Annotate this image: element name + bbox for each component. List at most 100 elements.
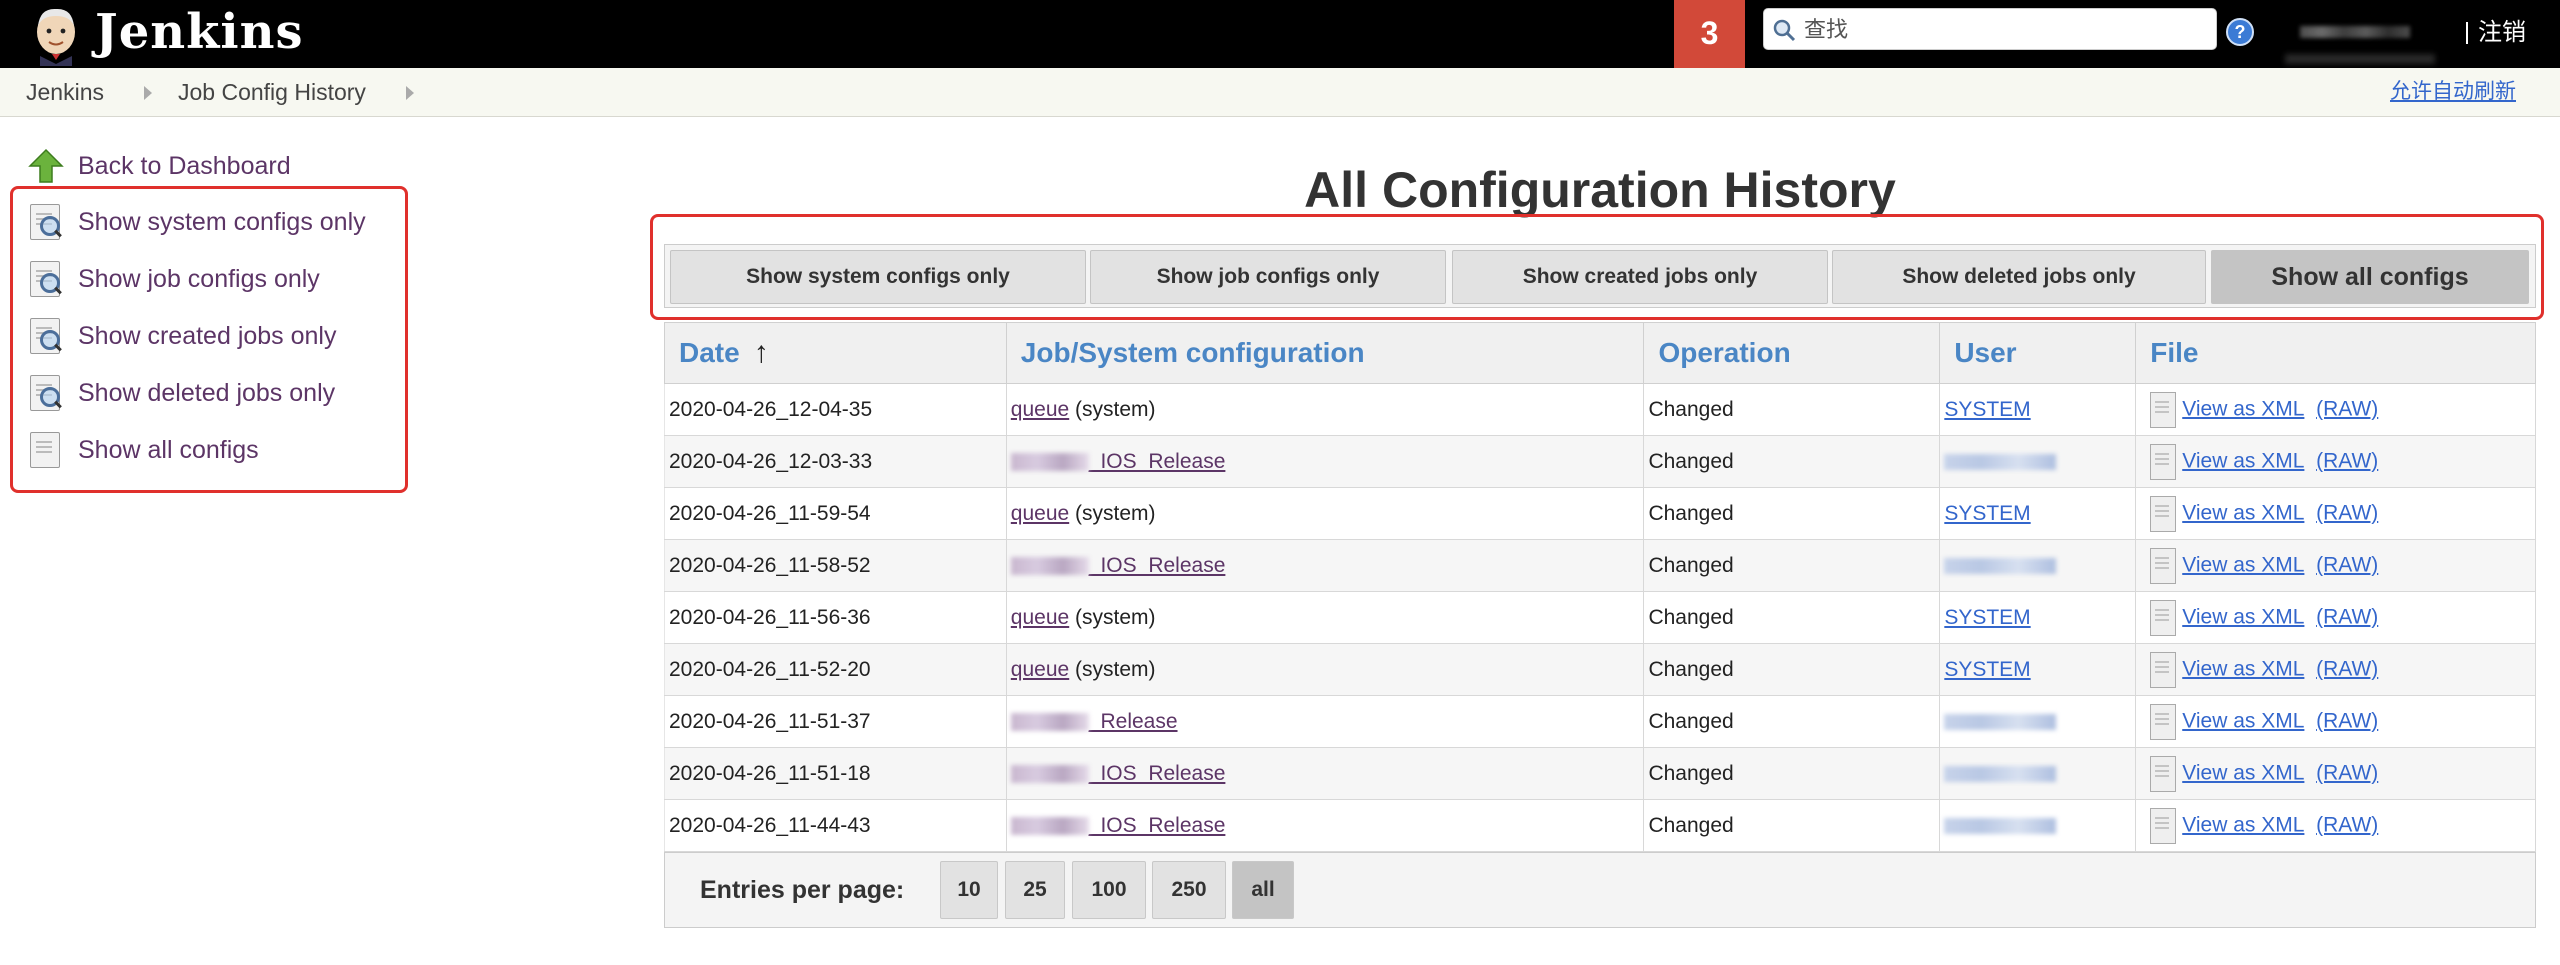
user-link[interactable]: SYSTEM [1944,658,2030,681]
user-link[interactable]: SYSTEM [1944,606,2030,629]
page-size-25-button[interactable]: 25 [1005,861,1065,919]
operation-cell: Changed [1643,539,1941,592]
raw-link[interactable]: (RAW) [2316,501,2378,524]
user-cell [1939,747,2137,800]
column-header-config[interactable]: Job/System configuration [1005,322,1645,384]
breadcrumb-arrow-icon[interactable] [144,86,152,100]
file-cell: View as XML (RAW) [2135,435,2536,488]
redacted-text [1010,764,1089,783]
view-xml-link[interactable]: View as XML [2182,553,2304,576]
redacted-text [1010,816,1089,835]
date-cell: 2020-04-26_11-56-36 [664,591,1007,644]
user-link-redacted[interactable] [1944,817,2057,834]
highlight-box-sidebar [10,186,408,493]
raw-link[interactable]: (RAW) [2316,397,2378,420]
user-link-redacted[interactable] [1944,713,2057,730]
raw-link[interactable]: (RAW) [2316,553,2378,576]
date-cell: 2020-04-26_12-04-35 [664,383,1007,436]
sort-arrow-icon: ↑ [753,336,769,369]
raw-link[interactable]: (RAW) [2316,657,2378,680]
table-row: 2020-04-26_12-03-33 _IOS_Release Changed… [664,435,2536,488]
logout-link[interactable]: 注销 [2478,16,2526,50]
table-row: 2020-04-26_11-51-37 _Release Changed Vie… [664,695,2536,748]
config-link[interactable]: _Release [1089,710,1178,733]
user-link[interactable]: SYSTEM [1944,398,2030,421]
notification-badge[interactable]: 3 [1674,0,1745,68]
column-header-date[interactable]: Date ↑ [664,322,1007,384]
user-name-redacted[interactable] [2300,26,2410,38]
help-icon[interactable]: ? [2226,18,2254,46]
jenkins-brand[interactable]: Jenkins [95,2,304,62]
raw-link[interactable]: (RAW) [2316,761,2378,784]
operation-cell: Changed [1643,591,1941,644]
file-icon [2150,599,2177,636]
raw-link[interactable]: (RAW) [2316,813,2378,836]
table-row: 2020-04-26_11-56-36 queue (system) Chang… [664,591,2536,644]
page-size-250-button[interactable]: 250 [1152,861,1226,919]
date-cell: 2020-04-26_11-58-52 [664,539,1007,592]
file-cell: View as XML (RAW) [2135,383,2536,436]
enable-auto-refresh-link[interactable]: 允许自动刷新 [2390,68,2516,116]
user-link-redacted[interactable] [1944,453,2057,470]
view-xml-link[interactable]: View as XML [2182,761,2304,784]
file-cell: View as XML (RAW) [2135,539,2536,592]
view-xml-link[interactable]: View as XML [2182,709,2304,732]
operation-cell: Changed [1643,695,1941,748]
search-input[interactable] [1802,13,2206,47]
date-cell: 2020-04-26_11-44-43 [664,799,1007,852]
view-xml-link[interactable]: View as XML [2182,657,2304,680]
date-cell: 2020-04-26_11-51-18 [664,747,1007,800]
raw-link[interactable]: (RAW) [2316,709,2378,732]
column-header-user[interactable]: User [1939,322,2137,384]
date-cell: 2020-04-26_12-03-33 [664,435,1007,488]
raw-link[interactable]: (RAW) [2316,605,2378,628]
page-size-10-button[interactable]: 10 [940,861,998,919]
jenkins-logo-icon[interactable] [26,4,86,66]
raw-link[interactable]: (RAW) [2316,449,2378,472]
file-cell: View as XML (RAW) [2135,591,2536,644]
view-xml-link[interactable]: View as XML [2182,605,2304,628]
config-link[interactable]: _IOS_Release [1089,554,1226,577]
config-link[interactable]: _IOS_Release [1089,450,1226,473]
user-cell: SYSTEM [1939,643,2137,696]
file-icon [2150,807,2177,844]
user-link-redacted[interactable] [1944,765,2057,782]
config-link[interactable]: _IOS_Release [1089,814,1226,837]
file-cell: View as XML (RAW) [2135,747,2536,800]
config-cell: queue (system) [1005,591,1645,644]
view-xml-link[interactable]: View as XML [2182,449,2304,472]
sidebar-item-label: Back to Dashboard [78,151,291,180]
sidebar-item-back-to-dashboard[interactable]: Back to Dashboard [28,142,291,190]
config-link[interactable]: _IOS_Release [1089,762,1226,785]
table-row: 2020-04-26_11-44-43 _IOS_Release Changed… [664,799,2536,852]
operation-cell: Changed [1643,747,1941,800]
config-link[interactable]: queue [1011,398,1069,421]
config-link[interactable]: queue [1011,658,1069,681]
user-link[interactable]: SYSTEM [1944,502,2030,525]
page-size-100-button[interactable]: 100 [1072,861,1146,919]
operation-cell: Changed [1643,487,1941,540]
entries-per-page-label: Entries per page: [700,876,905,904]
view-xml-link[interactable]: View as XML [2182,397,2304,420]
column-header-file[interactable]: File [2135,322,2536,384]
breadcrumb-job-config-history[interactable]: Job Config History [178,68,366,116]
date-cell: 2020-04-26_11-51-37 [664,695,1007,748]
view-xml-link[interactable]: View as XML [2182,813,2304,836]
page-size-all-button[interactable]: all [1232,861,1294,919]
column-header-operation[interactable]: Operation [1643,322,1941,384]
redacted-text [2285,54,2435,64]
config-link[interactable]: queue [1011,606,1069,629]
table-row: 2020-04-26_12-04-35 queue (system) Chang… [664,383,2536,436]
file-icon [2150,651,2177,688]
view-xml-link[interactable]: View as XML [2182,501,2304,524]
search-box [1763,8,2217,50]
up-arrow-icon [28,146,64,186]
breadcrumb-arrow-icon[interactable] [406,86,414,100]
user-cell [1939,435,2137,488]
file-icon [2150,495,2177,532]
history-table: Date ↑ Job/System configuration Operation… [664,322,2536,852]
user-link-redacted[interactable] [1944,557,2057,574]
redacted-text [1010,452,1089,471]
config-link[interactable]: queue [1011,502,1069,525]
breadcrumb-jenkins[interactable]: Jenkins [26,68,104,116]
